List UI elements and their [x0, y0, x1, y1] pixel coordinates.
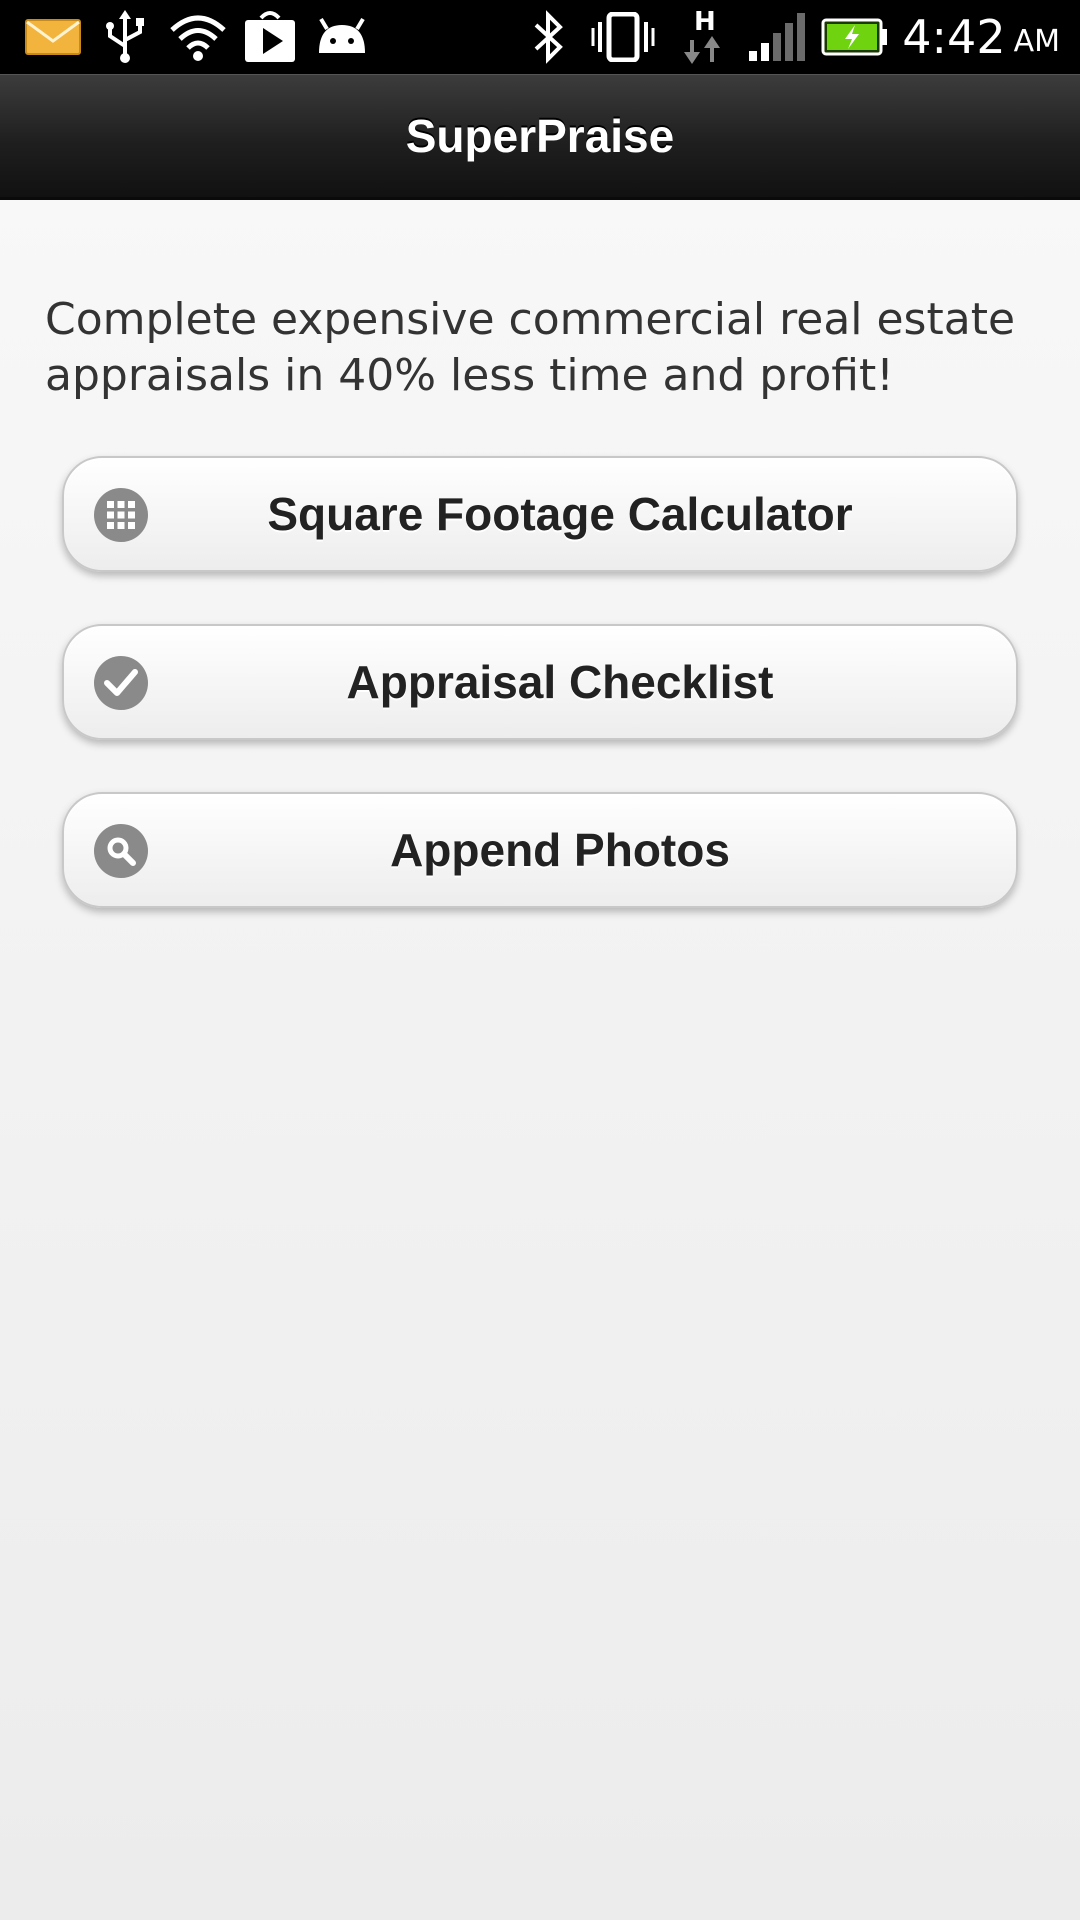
- check-icon: [94, 656, 148, 710]
- page-title: SuperPraise: [405, 110, 675, 162]
- square-footage-calculator-button[interactable]: Square Footage Calculator: [62, 456, 1018, 572]
- app-header: SuperPraise: [0, 74, 1080, 200]
- clock-ampm: AM: [1013, 23, 1060, 59]
- play-store-icon: [242, 10, 298, 64]
- status-bar: H 4:42 AM: [0, 0, 1080, 74]
- battery-charging-icon: [820, 10, 890, 64]
- button-label: Square Footage Calculator: [267, 488, 853, 540]
- android-debug-icon: [314, 10, 370, 64]
- bluetooth-icon: [528, 10, 570, 64]
- button-label: Append Photos: [390, 824, 730, 876]
- appraisal-checklist-button[interactable]: Appraisal Checklist: [62, 624, 1018, 740]
- grid-icon: [94, 488, 148, 542]
- intro-text: Complete expensive commercial real estat…: [45, 294, 1016, 401]
- vibrate-icon: [590, 10, 656, 64]
- append-photos-button[interactable]: Append Photos: [62, 792, 1018, 908]
- clock-time: 4:42: [902, 10, 1006, 64]
- search-icon: [94, 824, 148, 878]
- clock: 4:42 AM: [902, 0, 1060, 74]
- email-icon: [24, 10, 82, 64]
- button-label: Appraisal Checklist: [346, 656, 774, 708]
- signal-icon: [746, 10, 806, 64]
- wifi-icon: [166, 10, 230, 64]
- data-activity-icon: H: [680, 6, 730, 68]
- usb-icon: [100, 10, 150, 64]
- svg-text:H: H: [694, 7, 716, 37]
